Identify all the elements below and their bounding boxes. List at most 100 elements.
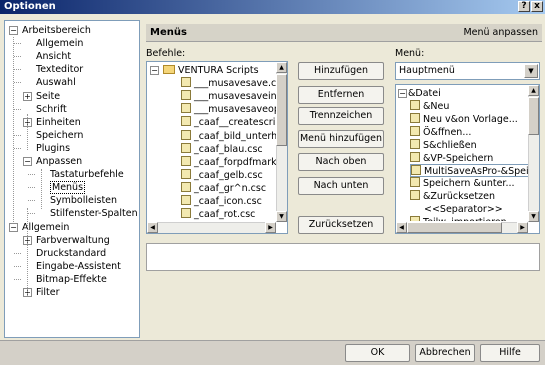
menu-item-icon (410, 112, 420, 123)
entfernen-button[interactable]: Entfernen (298, 86, 384, 104)
tree-item[interactable]: Allgemein (22, 221, 69, 234)
script-icon (181, 116, 191, 127)
tree-item[interactable]: Symbolleisten (50, 194, 117, 207)
list-item[interactable]: _caaf_gelb.csc (181, 168, 263, 182)
horizontal-scrollbar[interactable] (147, 222, 276, 233)
tree-connector (13, 37, 14, 222)
list-item[interactable]: _caaf_icon.csc (181, 195, 262, 208)
list-item[interactable]: ___musavesaveoper (181, 103, 288, 116)
tree-item[interactable]: Farbverwaltung (36, 234, 110, 247)
tree-item[interactable]: Filter (36, 286, 60, 299)
chevron-down-icon[interactable]: ▼ (524, 64, 538, 78)
list-item-label: MultiSaveAsPro-&Speiche (424, 166, 540, 178)
menu-select[interactable]: Hauptmenü ▼ (395, 62, 540, 80)
ok-button[interactable]: OK (345, 344, 410, 362)
tree-item[interactable]: Bitmap-Effekte (36, 273, 107, 286)
list-item[interactable]: ___musavesave.csc (181, 77, 286, 90)
menu-hinzufuegen-button[interactable]: Menü hinzufügen (298, 130, 384, 148)
tree-item[interactable]: Einheiten (36, 116, 81, 129)
collapse-icon[interactable]: − (398, 89, 407, 98)
nach-oben-button[interactable]: Nach oben (298, 153, 384, 171)
list-item-label: ___musavesaveoper (194, 104, 288, 116)
list-item[interactable]: &Zurücksetzen (410, 190, 495, 203)
tree-item-label: Arbeitsbereich (22, 25, 91, 36)
collapse-icon[interactable]: − (9, 222, 18, 232)
list-item[interactable]: Teilw. importieren (410, 216, 507, 221)
collapse-icon[interactable]: − (23, 157, 32, 166)
expand-icon[interactable]: + (23, 91, 32, 101)
list-item-label: _caaf_icon.csc (194, 196, 262, 207)
tree-item[interactable]: Schrift (36, 103, 67, 116)
list-item-label: <<Separator>> (424, 204, 503, 216)
scroll-thumb[interactable] (528, 97, 539, 135)
script-icon (181, 168, 191, 179)
tree-item[interactable]: Menüs (50, 181, 86, 195)
tree-item[interactable]: Stilfenster-Spalten (50, 207, 138, 220)
list-item[interactable]: _caaf_rot.csc (181, 208, 255, 221)
hinzufuegen-button[interactable]: Hinzufügen (298, 62, 384, 80)
tree-item[interactable]: Tastaturbefehle (50, 168, 124, 181)
tree-item[interactable]: Eingabe-Assistent (36, 260, 121, 273)
list-item[interactable]: Ö&ffnen... (410, 125, 471, 139)
tree-item[interactable]: Druckstandard (36, 247, 106, 260)
zuruecksetzen-button[interactable]: Zurücksetzen (298, 216, 384, 234)
tree-connector (27, 208, 28, 296)
scroll-up-icon[interactable]: ▲ (276, 62, 287, 73)
script-icon (181, 90, 191, 101)
tree-item[interactable]: Texteditor (36, 63, 83, 76)
list-item[interactable]: &Neu (410, 99, 449, 113)
tree-item[interactable]: Seite (36, 90, 60, 103)
scroll-down-icon[interactable]: ▼ (276, 211, 287, 222)
list-item[interactable]: _caaf_gr^n.csc (181, 181, 266, 195)
list-item[interactable]: &Datei (408, 87, 441, 100)
tree-item-label: Bitmap-Effekte (36, 273, 107, 285)
tree-item[interactable]: Auswahl (36, 76, 76, 89)
menu-item-icon (410, 125, 420, 136)
list-item[interactable]: VENTURA Scripts (163, 64, 259, 77)
hilfe-button[interactable]: Hilfe (480, 344, 540, 362)
help-button[interactable]: ? (518, 1, 530, 12)
collapse-icon[interactable]: − (9, 26, 18, 35)
menu-items-list[interactable]: − &Datei &Neu Neu v&on Vorlage... Ö&ffnen...… (395, 84, 540, 234)
list-item[interactable]: _caaf__createscripts (181, 116, 287, 129)
list-item-selected[interactable]: MultiSaveAsPro-&Speiche (410, 164, 540, 178)
scroll-left-icon[interactable]: ◀ (396, 222, 407, 233)
list-item[interactable]: Speichern &unter... (410, 177, 515, 190)
scroll-down-icon[interactable]: ▼ (528, 211, 539, 222)
script-icon (181, 208, 191, 219)
list-item[interactable]: Neu v&on Vorlage... (410, 112, 518, 126)
list-item[interactable]: <<Separator>> (410, 203, 503, 216)
list-item-label: Neu v&on Vorlage... (423, 113, 518, 125)
menu-label: Menü: (395, 48, 425, 59)
trennzeichen-button[interactable]: Trennzeichen (298, 107, 384, 125)
tree-connector (14, 82, 21, 84)
abbrechen-button[interactable]: Abbrechen (415, 344, 475, 362)
scroll-left-icon[interactable]: ◀ (147, 222, 158, 233)
befehle-list[interactable]: − VENTURA Scripts ___musavesave.csc ___musa… (146, 61, 288, 234)
page-header: Menüs Menü anpassen (146, 24, 542, 42)
tree-item[interactable]: Allgemein (36, 37, 83, 50)
list-item[interactable]: ___musavesaveinit.c (181, 90, 287, 103)
tree-connector (28, 187, 35, 189)
tree-item-label: Filter (36, 287, 60, 298)
tree-item[interactable]: Arbeitsbereich (22, 24, 91, 37)
scroll-right-icon[interactable]: ▶ (517, 222, 528, 233)
options-tree[interactable]: − Arbeitsbereich Allgemein Ansicht Textedito… (4, 20, 140, 338)
list-item[interactable]: _caaf_forpdfmark.cs (181, 155, 288, 169)
list-item-label: _caaf_forpdfmark.cs (194, 156, 288, 168)
collapse-icon[interactable]: − (150, 66, 159, 75)
scroll-right-icon[interactable]: ▶ (265, 222, 276, 233)
tree-item[interactable]: Ansicht (36, 50, 71, 63)
scroll-up-icon[interactable]: ▲ (528, 85, 539, 96)
close-button[interactable]: x (531, 1, 543, 12)
list-item[interactable]: S&chließen (410, 138, 477, 152)
list-item[interactable]: _caaf_blau.csc (181, 142, 263, 156)
list-item[interactable]: _caaf_bild_unterhalb (181, 129, 287, 143)
tree-item[interactable]: Plugins (36, 142, 70, 155)
nach-unten-button[interactable]: Nach unten (298, 177, 384, 195)
scroll-thumb[interactable] (407, 222, 502, 233)
list-item[interactable]: &VP-Speichern (410, 151, 493, 165)
tree-item[interactable]: Anpassen (36, 155, 82, 168)
tree-item[interactable]: Speichern (36, 129, 83, 142)
scroll-thumb[interactable] (276, 74, 287, 146)
